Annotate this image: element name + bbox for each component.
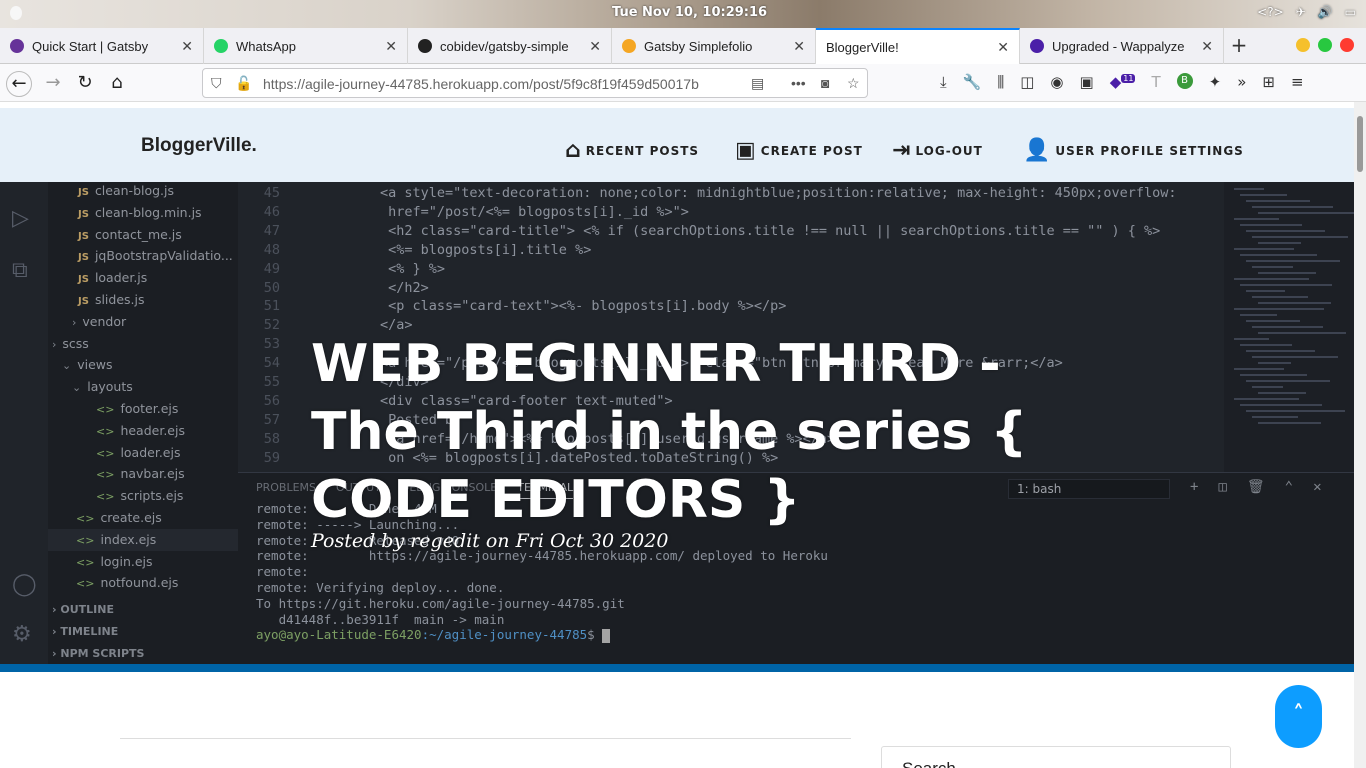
nav-logout[interactable]: ⇥ LOG-OUT bbox=[892, 138, 983, 163]
blog-brand[interactable]: BloggerVille. bbox=[141, 135, 257, 157]
reader-view-icon[interactable]: ▤ bbox=[751, 75, 764, 92]
os-menu-icon[interactable] bbox=[10, 6, 22, 20]
tab-favicon-icon bbox=[10, 39, 24, 53]
web-page: ▷ ⧉ ◯ ⚙ JS clean-blog.js JS clean-blog.min.… bbox=[0, 102, 1354, 768]
chevron-up-icon: ˄ bbox=[1293, 702, 1304, 727]
tab-label: cobidev/gatsby-simple bbox=[440, 38, 569, 54]
tab-close-icon[interactable]: ✕ bbox=[1201, 38, 1213, 55]
os-clock[interactable]: Tue Nov 10, 10:29:16 bbox=[612, 5, 767, 20]
tray-unknown-icon[interactable]: <?> bbox=[1257, 5, 1283, 19]
scroll-to-top-button[interactable]: ˄ bbox=[1275, 685, 1322, 748]
tab-label: Quick Start | Gatsby bbox=[32, 38, 149, 54]
user-secret-icon: 👤 bbox=[1023, 138, 1052, 163]
menu-icon[interactable]: ≡ bbox=[1291, 73, 1304, 91]
tab-favicon-icon bbox=[418, 39, 432, 53]
nav-label: LOG-OUT bbox=[915, 143, 983, 158]
toolbar-icons: ⤓ 🔧 ⫼ ◫ ◉ ▣ ◆ 11 T B ✦ » ⊞ ≡ bbox=[940, 73, 1304, 91]
bookmark-star-icon[interactable]: ☆ bbox=[847, 75, 860, 92]
extensions-grid-icon[interactable]: ⊞ bbox=[1262, 73, 1275, 91]
nav-recent-posts[interactable]: ⌂ RECENT POSTS bbox=[565, 138, 699, 163]
tab-close-icon[interactable]: ✕ bbox=[385, 38, 397, 55]
content-divider bbox=[120, 738, 851, 739]
sidebar-search-card: Search bbox=[881, 746, 1231, 768]
account-icon[interactable]: ◉ bbox=[1050, 73, 1063, 91]
logout-icon: ⇥ bbox=[892, 138, 912, 163]
browser-tab[interactable]: cobidev/gatsby-simple ✕ bbox=[408, 28, 612, 64]
blog-navbar: BloggerVille. ⌂ RECENT POSTS ▣ CREATE POST… bbox=[0, 108, 1354, 182]
create-icon: ▣ bbox=[735, 138, 757, 163]
tab-label: WhatsApp bbox=[236, 38, 296, 54]
shield-icon[interactable]: ⛉ bbox=[211, 75, 222, 92]
pocket-icon[interactable]: ◙ bbox=[821, 75, 829, 91]
browser-tab[interactable]: WhatsApp ✕ bbox=[204, 28, 408, 64]
nav-label: CREATE POST bbox=[760, 143, 863, 158]
forward-button[interactable]: → bbox=[40, 71, 66, 97]
nav-label: RECENT POSTS bbox=[585, 143, 700, 158]
tab-close-icon[interactable]: ✕ bbox=[181, 38, 193, 55]
tab-close-icon[interactable]: ✕ bbox=[589, 38, 601, 55]
browser-tab-strip: Quick Start | Gatsby ✕ WhatsApp ✕ cobidev/ga… bbox=[0, 28, 1366, 64]
overflow-chevron-icon[interactable]: » bbox=[1237, 73, 1246, 91]
volume-icon[interactable]: 🔊 bbox=[1318, 5, 1333, 19]
tab-label: BloggerVille! bbox=[826, 39, 899, 55]
post-header-image: ▷ ⧉ ◯ ⚙ JS clean-blog.js JS clean-blog.min.… bbox=[0, 182, 1354, 672]
minimize-button[interactable] bbox=[1296, 38, 1310, 52]
tab-close-icon[interactable]: ✕ bbox=[793, 38, 805, 55]
b-extension-icon[interactable]: B bbox=[1176, 73, 1193, 89]
home-icon: ⌂ bbox=[565, 138, 582, 163]
browser-tab[interactable]: Gatsby Simplefolio ✕ bbox=[612, 28, 816, 64]
new-tab-button[interactable]: + bbox=[1224, 28, 1254, 63]
close-window-button[interactable] bbox=[1340, 38, 1354, 52]
system-tray: <?> ✈ 🔊 ▭ bbox=[1257, 5, 1356, 19]
nav-create-post[interactable]: ▣ CREATE POST bbox=[735, 138, 863, 163]
tab-favicon-icon bbox=[214, 39, 228, 53]
browser-navbar: ← → ↻ ⌂ ⛉ 🔓 https://agile-journey-44785.… bbox=[0, 64, 1366, 102]
extension-badge: 11 bbox=[1121, 74, 1136, 83]
screenshot-icon[interactable]: ▣ bbox=[1080, 73, 1094, 91]
browser-tab[interactable]: BloggerVille! ✕ bbox=[816, 28, 1020, 64]
tab-favicon-icon bbox=[622, 39, 636, 53]
page-actions-icon[interactable]: ••• bbox=[791, 75, 806, 91]
scrollbar-thumb[interactable] bbox=[1357, 116, 1363, 172]
sidebar-icon[interactable]: ◫ bbox=[1020, 73, 1034, 91]
tab-favicon-icon bbox=[1030, 39, 1044, 53]
back-button[interactable]: ← bbox=[6, 71, 32, 97]
search-card-title: Search bbox=[902, 759, 956, 768]
library-icon[interactable]: ⫼ bbox=[997, 73, 1004, 91]
font-extension-icon[interactable]: T bbox=[1151, 73, 1160, 91]
url-text[interactable]: https://agile-journey-44785.herokuapp.co… bbox=[263, 76, 743, 92]
url-bar[interactable]: ⛉ 🔓 https://agile-journey-44785.herokuap… bbox=[202, 68, 868, 98]
nav-label: USER PROFILE SETTINGS bbox=[1055, 143, 1244, 158]
reload-button[interactable]: ↻ bbox=[72, 71, 98, 97]
wappalyzer-extension-icon[interactable]: ◆ 11 bbox=[1110, 73, 1136, 91]
airplane-icon[interactable]: ✈ bbox=[1296, 5, 1306, 19]
wrench-icon[interactable]: 🔧 bbox=[963, 73, 982, 91]
window-controls bbox=[1296, 38, 1354, 52]
home-button[interactable]: ⌂ bbox=[104, 71, 130, 97]
os-top-bar: Tue Nov 10, 10:29:16 <?> ✈ 🔊 ▭ bbox=[0, 0, 1366, 28]
page-scrollbar[interactable] bbox=[1354, 102, 1366, 768]
nav-user-profile-settings[interactable]: 👤 USER PROFILE SETTINGS bbox=[1023, 138, 1244, 163]
extension-icon[interactable]: ✦ bbox=[1209, 73, 1222, 91]
tab-label: Gatsby Simplefolio bbox=[644, 38, 753, 54]
tab-label: Upgraded - Wappalyze bbox=[1052, 38, 1185, 54]
lock-icon[interactable]: 🔓 bbox=[235, 75, 252, 92]
battery-icon[interactable]: ▭ bbox=[1345, 5, 1356, 19]
post-title: WEB BEGINNER THIRD - The Third in the se… bbox=[311, 334, 1028, 530]
maximize-button[interactable] bbox=[1318, 38, 1332, 52]
tab-close-icon[interactable]: ✕ bbox=[997, 39, 1009, 56]
browser-tab[interactable]: Upgraded - Wappalyze ✕ bbox=[1020, 28, 1224, 64]
post-meta: Posted by regedit on Fri Oct 30 2020 bbox=[311, 530, 669, 552]
download-icon[interactable]: ⤓ bbox=[940, 73, 947, 91]
browser-tab[interactable]: Quick Start | Gatsby ✕ bbox=[0, 28, 204, 64]
